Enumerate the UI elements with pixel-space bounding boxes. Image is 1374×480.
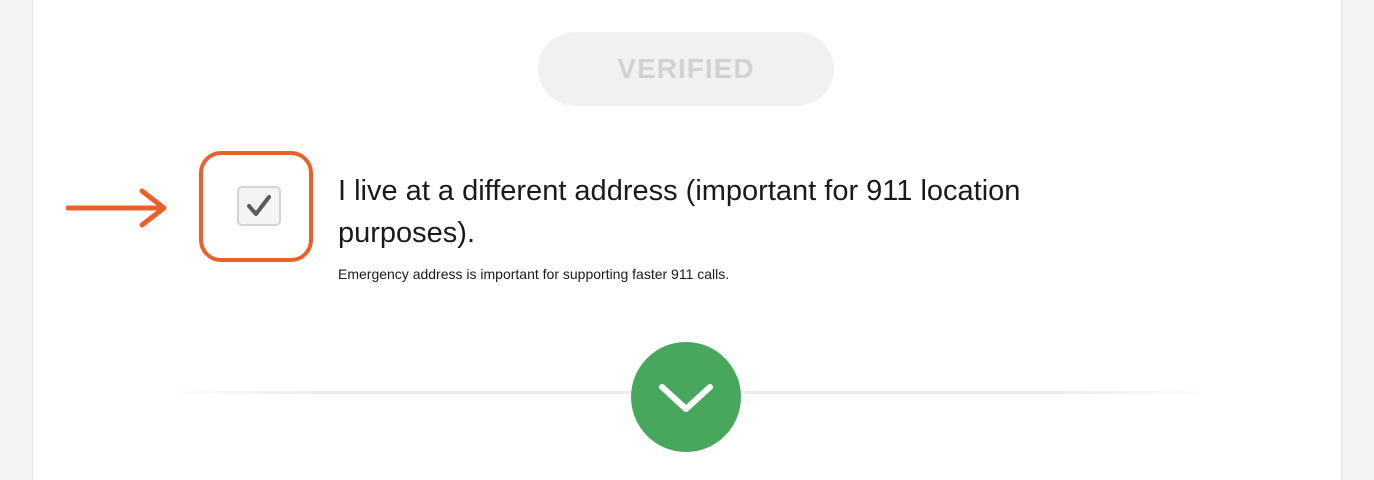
arrow-right-icon [66,188,167,228]
different-address-checkbox[interactable] [237,186,281,226]
chevron-down-icon [659,384,713,412]
checkmark-icon [247,195,271,216]
emergency-address-hint: Emergency address is important for suppo… [338,266,730,282]
expand-next-button[interactable] [631,342,741,452]
different-address-label[interactable]: I live at a different address (important… [338,170,1058,254]
verified-button[interactable]: VERIFIED [538,32,834,106]
